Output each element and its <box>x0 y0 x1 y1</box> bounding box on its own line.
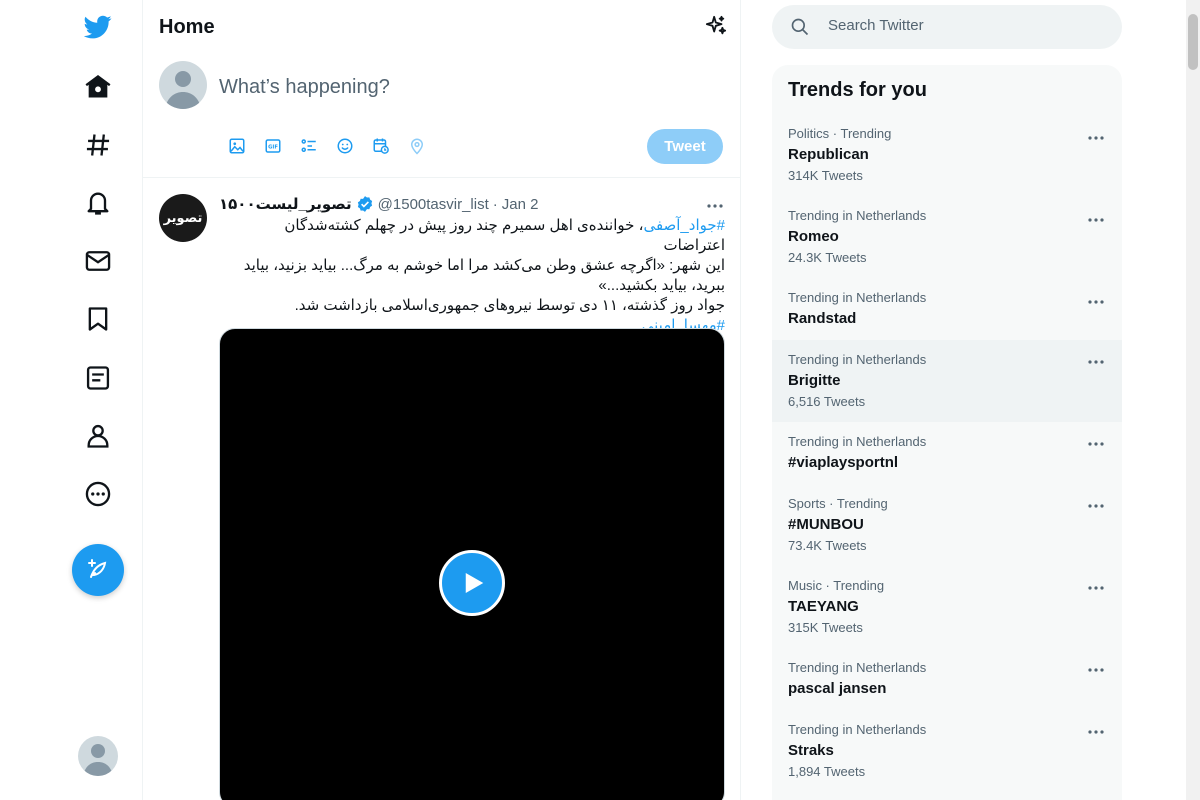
left-navigation <box>0 0 143 800</box>
trend-item[interactable]: Trending in Netherlands Romeo 24.3K Twee… <box>772 202 1122 284</box>
trend-tweet-count: 6,516 Tweets <box>788 394 866 409</box>
trend-name: Romeo <box>788 228 839 245</box>
trend-more-icon[interactable] <box>1086 434 1106 454</box>
trend-tweet-count: 314K Tweets <box>788 168 863 183</box>
tweet-composer: GIF Tweet <box>143 53 740 178</box>
schedule-icon[interactable] <box>363 135 399 157</box>
account-avatar[interactable] <box>78 736 118 776</box>
main-timeline: Home GIF Tweet تصویر تصویر_لیست <box>143 0 741 800</box>
trend-tweet-count: 73.4K Tweets <box>788 538 867 553</box>
location-pin-icon[interactable] <box>399 135 435 157</box>
tweet-text-line: این شهر: «اگرچه عشق وطن می‌کشد مرا اما خ… <box>243 257 725 274</box>
trend-context: Trending in Netherlands <box>788 352 927 367</box>
play-icon <box>465 573 484 593</box>
trend-item[interactable]: Trending in Netherlands Brigitte 6,516 T… <box>772 340 1122 422</box>
svg-text:GIF: GIF <box>268 145 278 151</box>
tweet-text-line: #جواد_آصفی، خواننده‌ی اهل سمیرم چند روز … <box>219 216 725 256</box>
sparkle-timeline-icon[interactable] <box>705 15 727 37</box>
composer-toolbar: GIF <box>219 135 435 157</box>
trend-more-icon[interactable] <box>1086 660 1106 680</box>
trend-context: Trending in Netherlands <box>788 722 927 737</box>
trend-more-icon[interactable] <box>1086 210 1106 230</box>
trend-context: Sports · Trending <box>788 496 888 511</box>
compose-tweet-button[interactable] <box>72 544 124 596</box>
lists-icon[interactable] <box>72 352 124 404</box>
trend-context: Trending in Netherlands <box>788 434 927 449</box>
trend-tweet-count: 315K Tweets <box>788 620 863 635</box>
trend-more-icon[interactable] <box>1086 496 1106 516</box>
trend-item[interactable]: Music · Trending TAEYANG 315K Tweets <box>772 566 1122 648</box>
tweet-author-avatar[interactable]: تصویر <box>159 194 207 242</box>
tweet-video[interactable] <box>219 328 725 800</box>
trend-item[interactable]: Politics · Trending Republican 314K Twee… <box>772 120 1122 202</box>
composer-input[interactable] <box>219 76 699 99</box>
trend-more-icon[interactable] <box>1086 722 1106 742</box>
media-image-icon[interactable] <box>219 135 255 157</box>
tweet-date[interactable]: Jan 2 <box>502 196 539 213</box>
trend-context: Trending in Netherlands <box>788 660 927 675</box>
search-box[interactable] <box>772 5 1122 49</box>
home-icon[interactable] <box>72 61 124 113</box>
search-input[interactable] <box>828 17 1098 34</box>
tweet-card[interactable]: تصویر تصویر_لیست۱۵۰۰ @1500tasvir_list · … <box>143 178 740 800</box>
verified-badge-icon <box>357 196 372 212</box>
trend-tweet-count: 24.3K Tweets <box>788 250 867 265</box>
trend-item[interactable]: Trending in Netherlands #viaplaysportnl <box>772 422 1122 484</box>
trend-item[interactable]: Trending in Netherlands pascal jansen <box>772 648 1122 710</box>
tweet-text: #جواد_آصفی، خواننده‌ی اهل سمیرم چند روز … <box>219 216 725 336</box>
trend-more-icon[interactable] <box>1086 128 1106 148</box>
trends-panel: Trends for you Politics · Trending Repub… <box>772 65 1122 800</box>
trend-tweet-count: 1,894 Tweets <box>788 764 866 779</box>
timeline-header: Home <box>143 0 740 53</box>
trend-name: pascal jansen <box>788 680 887 697</box>
trend-name: Straks <box>788 742 834 759</box>
trend-more-icon[interactable] <box>1086 292 1106 312</box>
tweet-button[interactable]: Tweet <box>647 129 723 164</box>
trend-more-icon[interactable] <box>1086 578 1106 598</box>
tweet-author-name[interactable]: تصویر_لیست۱۵۰۰ <box>219 195 352 213</box>
notifications-bell-icon[interactable] <box>72 177 124 229</box>
separator-dot: · <box>492 195 498 213</box>
bookmark-icon[interactable] <box>72 293 124 345</box>
compose-tweet-icon <box>88 559 107 578</box>
scrollbar-thumb[interactable] <box>1188 14 1198 70</box>
trend-more-icon[interactable] <box>1086 352 1106 372</box>
poll-icon[interactable] <box>291 135 327 157</box>
play-button[interactable] <box>439 550 505 616</box>
search-icon <box>791 18 809 36</box>
trends-title: Trends for you <box>788 79 927 101</box>
explore-hashtag-icon[interactable] <box>72 119 124 171</box>
tweet-text-line: جواد روز گذشته، ۱۱ دی توسط نیروهای جمهور… <box>294 297 725 314</box>
trend-name: TAEYANG <box>788 598 859 615</box>
trend-item[interactable]: Trending in Netherlands Straks 1,894 Twe… <box>772 710 1122 792</box>
emoji-icon[interactable] <box>327 135 363 157</box>
trend-item[interactable]: Sports · Trending #MUNBOU 73.4K Tweets <box>772 484 1122 566</box>
trend-name: Republican <box>788 146 869 163</box>
trend-context: Trending in Netherlands <box>788 208 927 223</box>
tweet-author-handle[interactable]: @1500tasvir_list <box>378 196 489 213</box>
page-title: Home <box>159 16 215 38</box>
trend-name: #viaplaysportnl <box>788 454 899 471</box>
twitter-logo-icon[interactable] <box>72 1 124 53</box>
avatar-logo-text: تصویر <box>163 210 203 225</box>
gif-icon[interactable]: GIF <box>255 135 291 157</box>
messages-envelope-icon[interactable] <box>72 235 124 287</box>
trend-name: #MUNBOU <box>788 516 864 533</box>
trend-item[interactable]: Trending in Netherlands Randstad <box>772 284 1122 340</box>
page-scrollbar[interactable] <box>1186 0 1200 800</box>
trend-context: Music · Trending <box>788 578 885 593</box>
tweet-header: تصویر_لیست۱۵۰۰ @1500tasvir_list · Jan 2 <box>219 195 539 214</box>
hashtag-link[interactable]: #جواد_آصفی <box>643 217 725 234</box>
trend-context: Politics · Trending <box>788 126 892 141</box>
trend-context: Trending in Netherlands <box>788 290 927 305</box>
tweet-text-line: ببرید، بیاید بکشید...» <box>598 277 725 294</box>
twitter-app: Home GIF Tweet تصویر تصویر_لیست <box>0 0 1200 800</box>
tweet-more-options-icon[interactable] <box>705 196 725 216</box>
composer-avatar <box>159 61 207 109</box>
profile-icon[interactable] <box>72 410 124 462</box>
more-circle-icon[interactable] <box>72 468 124 520</box>
trend-name: Brigitte <box>788 372 841 389</box>
trend-name: Randstad <box>788 310 857 327</box>
